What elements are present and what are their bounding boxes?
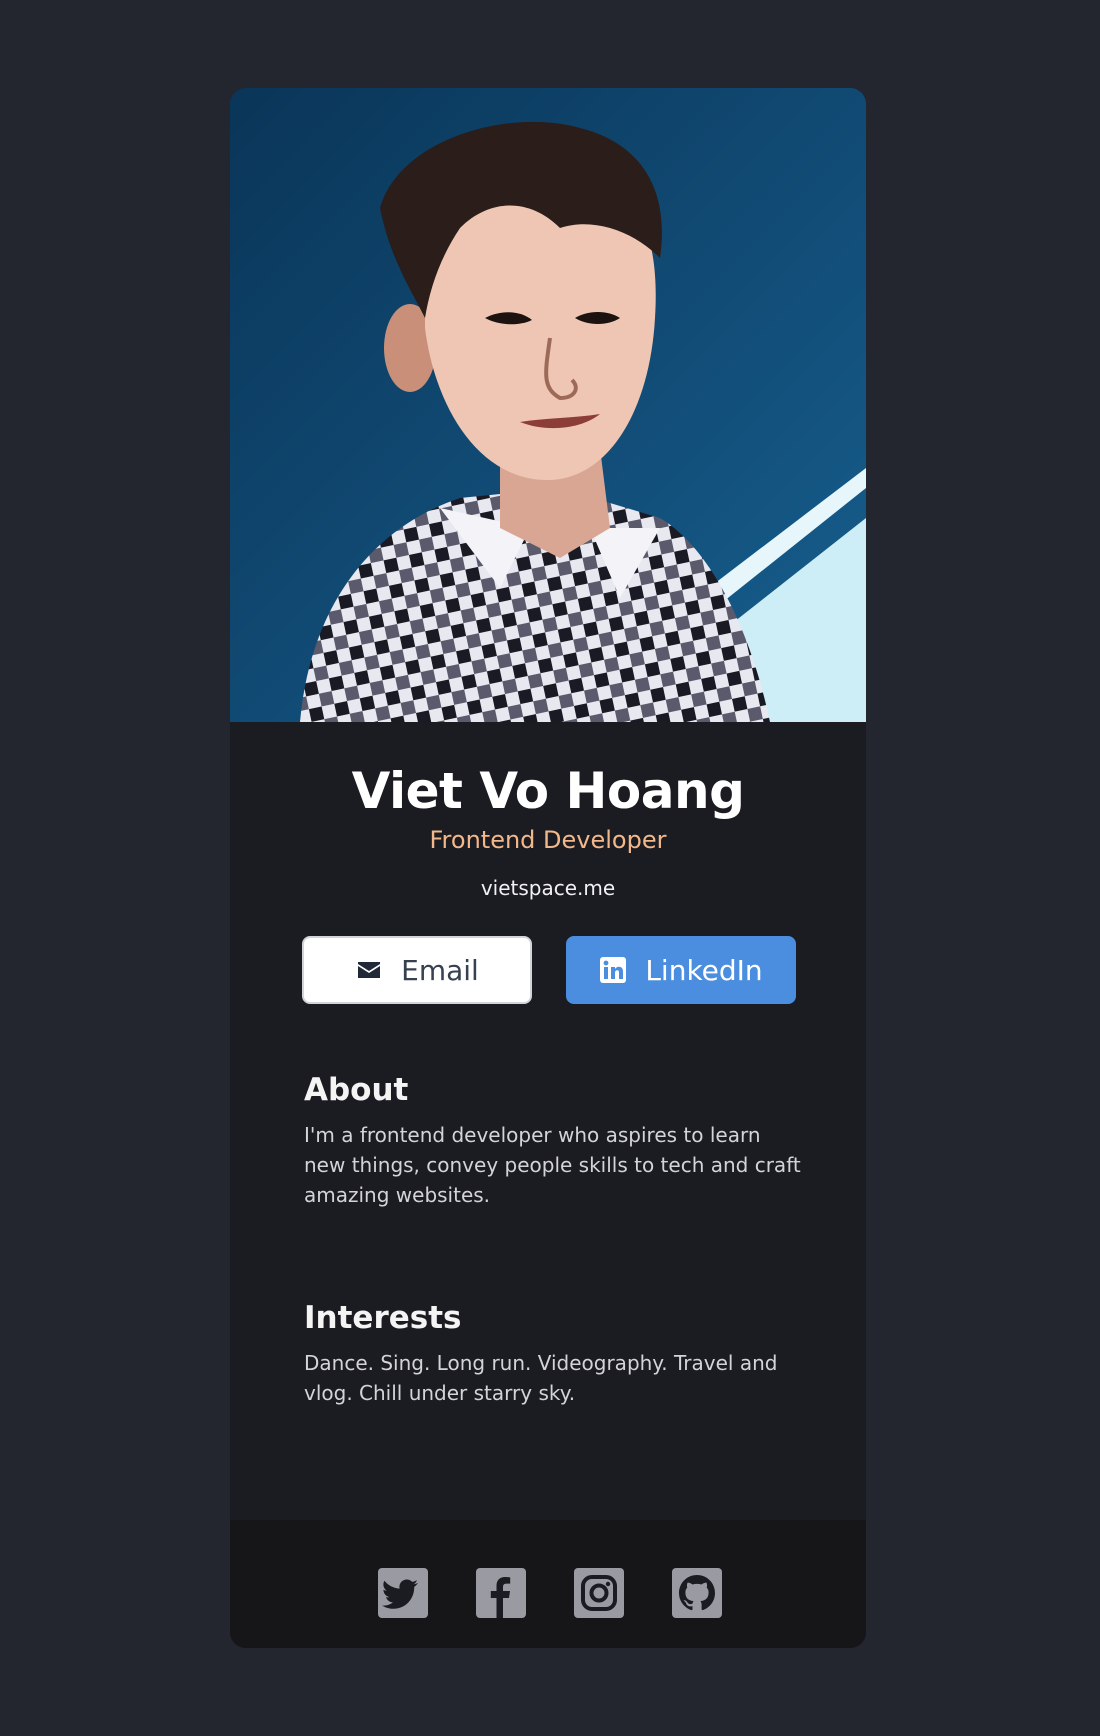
profile-name: Viet Vo Hoang — [351, 762, 745, 820]
email-button[interactable]: Email — [302, 936, 532, 1004]
interests-text: Dance. Sing. Long run. Videography. Trav… — [304, 1351, 778, 1405]
linkedin-icon — [599, 956, 627, 984]
interests-heading: Interests — [304, 1300, 462, 1336]
facebook-icon[interactable] — [476, 1568, 526, 1618]
github-icon[interactable] — [672, 1568, 722, 1618]
profile-card: Viet Vo Hoang Frontend Developer vietspa… — [230, 88, 866, 1648]
twitter-icon[interactable] — [378, 1568, 428, 1618]
profile-role: Frontend Developer — [429, 826, 667, 854]
profile-photo — [230, 88, 866, 722]
email-button-label: Email — [401, 953, 479, 987]
social-footer — [230, 1520, 866, 1648]
instagram-icon[interactable] — [574, 1568, 624, 1618]
linkedin-button-label: LinkedIn — [645, 953, 763, 987]
envelope-icon — [355, 956, 383, 984]
linkedin-button[interactable]: LinkedIn — [566, 936, 796, 1004]
profile-website[interactable]: vietspace.me — [230, 876, 866, 900]
about-heading: About — [304, 1072, 409, 1108]
about-text: I'm a frontend developer who aspires to … — [304, 1123, 801, 1207]
